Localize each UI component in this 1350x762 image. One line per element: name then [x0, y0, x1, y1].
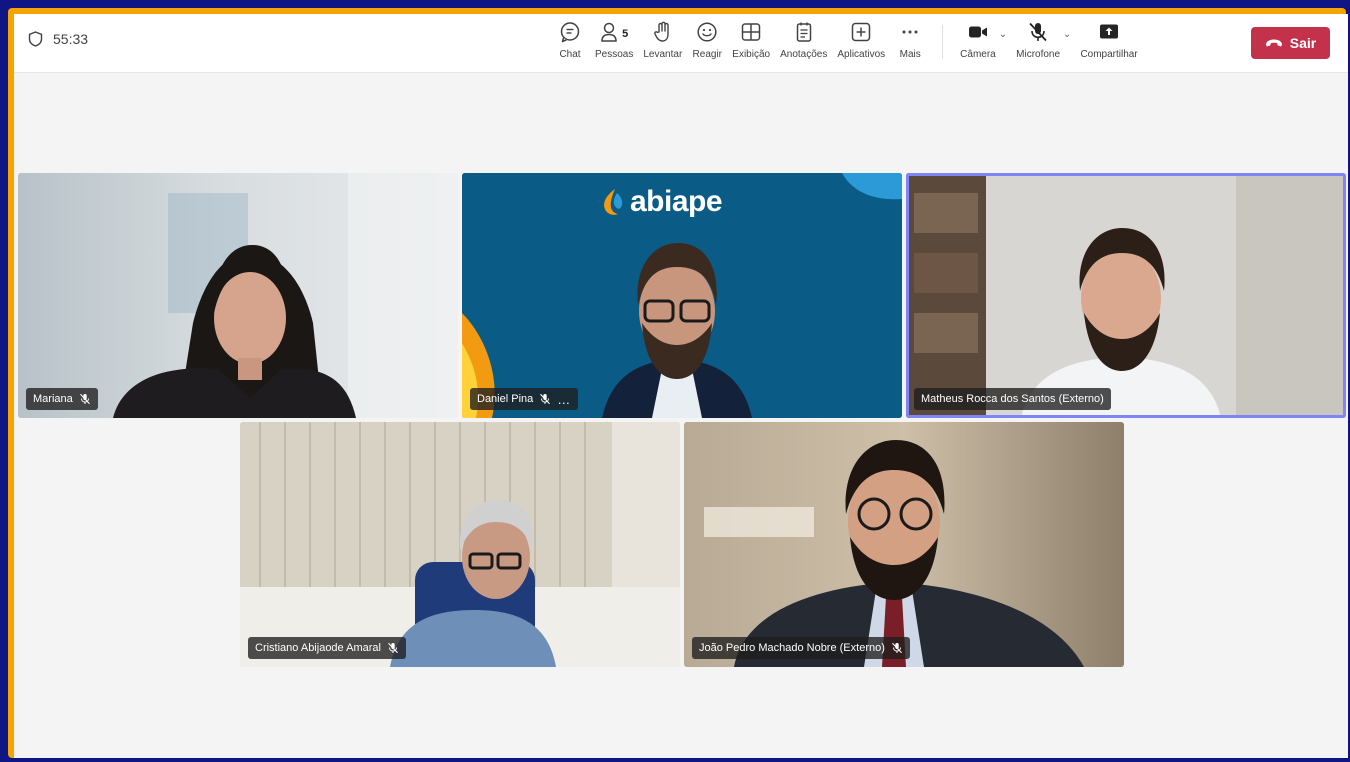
- meeting-window: 55:33 Chat 5 Pessoas Levantar Reagir Exi…: [14, 14, 1348, 758]
- participant-video: [18, 173, 458, 418]
- abiape-flame-icon: [604, 189, 623, 215]
- meeting-toolbar: 55:33 Chat 5 Pessoas Levantar Reagir Exi…: [14, 14, 1348, 73]
- notes-icon: [794, 21, 814, 48]
- participant-name: João Pedro Machado Nobre (Externo): [699, 642, 885, 654]
- participant-more-options-icon[interactable]: …: [557, 393, 571, 406]
- people-count: 5: [622, 28, 629, 40]
- add-app-icon: [850, 21, 872, 48]
- video-tile-daniel-pina[interactable]: abiape Daniel Pina …: [462, 173, 902, 418]
- participant-nametag: Cristiano Abijaode Amaral: [248, 637, 406, 659]
- apps-button[interactable]: Aplicativos: [832, 21, 890, 60]
- timer-label: 55:33: [53, 31, 89, 47]
- participant-nametag: Matheus Rocca dos Santos (Externo): [914, 388, 1111, 410]
- share-button[interactable]: Compartilhar: [1075, 21, 1142, 60]
- camera-options-chevron-down-icon[interactable]: ⌄: [999, 21, 1007, 40]
- video-tile-mariana[interactable]: Mariana: [18, 173, 458, 418]
- mic-off-icon: [539, 393, 551, 405]
- share-screen-icon: [1098, 21, 1120, 48]
- smiley-icon: [696, 21, 718, 48]
- microphone-button[interactable]: Microfone: [1011, 21, 1065, 60]
- people-label: Pessoas: [595, 49, 634, 60]
- microphone-options-chevron-down-icon[interactable]: ⌄: [1063, 21, 1071, 40]
- participant-name: Daniel Pina: [477, 393, 534, 405]
- camera-label: Câmera: [960, 49, 996, 60]
- people-button[interactable]: 5 Pessoas: [590, 21, 638, 60]
- more-button[interactable]: Mais: [890, 21, 930, 60]
- people-icon: [600, 21, 620, 48]
- participant-nametag: Daniel Pina …: [470, 388, 579, 410]
- chat-icon: [559, 21, 581, 48]
- share-label: Compartilhar: [1080, 49, 1138, 60]
- apps-label: Aplicativos: [837, 49, 886, 60]
- react-button[interactable]: Reagir: [687, 21, 727, 60]
- video-tile-matheus-rocca-dos-santos[interactable]: Matheus Rocca dos Santos (Externo): [906, 173, 1346, 418]
- hang-up-icon: [1265, 35, 1283, 51]
- react-label: Reagir: [692, 49, 723, 60]
- chat-label: Chat: [559, 49, 581, 60]
- mic-off-icon: [79, 393, 91, 405]
- more-label: Mais: [899, 49, 921, 60]
- mic-off-icon: [1027, 21, 1049, 48]
- leave-label: Sair: [1289, 35, 1317, 51]
- view-button[interactable]: Exibição: [727, 21, 775, 60]
- video-tile-joao-pedro-machado-nobre[interactable]: João Pedro Machado Nobre (Externo): [684, 422, 1124, 667]
- shield-icon: [28, 31, 43, 47]
- camera-icon: [967, 21, 989, 48]
- participant-nametag: Mariana: [26, 388, 98, 410]
- meeting-timer: 55:33: [28, 31, 88, 47]
- notes-button[interactable]: Anotações: [775, 21, 832, 60]
- participant-name: Matheus Rocca dos Santos (Externo): [921, 393, 1104, 405]
- microphone-label: Microfone: [1016, 49, 1061, 60]
- participant-video: [240, 422, 680, 667]
- raise-hand-label: Levantar: [643, 49, 683, 60]
- logo-text: abiape: [630, 185, 723, 218]
- video-tile-cristiano-abijaode-amaral[interactable]: Cristiano Abijaode Amaral: [240, 422, 680, 667]
- leave-button[interactable]: Sair: [1251, 27, 1330, 59]
- toolbar-actions: Chat 5 Pessoas Levantar Reagir Exibição …: [550, 21, 1143, 67]
- chat-button[interactable]: Chat: [550, 21, 590, 60]
- toolbar-divider: [942, 25, 944, 59]
- grid-view-icon: [740, 21, 762, 48]
- mic-off-icon: [387, 642, 399, 654]
- ellipsis-icon: [899, 21, 921, 48]
- hand-icon: [653, 21, 673, 48]
- view-label: Exibição: [732, 49, 771, 60]
- camera-button[interactable]: Câmera: [955, 21, 1001, 60]
- raise-hand-button[interactable]: Levantar: [638, 21, 687, 60]
- notes-label: Anotações: [780, 49, 828, 60]
- participant-name: Cristiano Abijaode Amaral: [255, 642, 381, 654]
- mic-off-icon: [891, 642, 903, 654]
- participant-video: [906, 173, 1346, 418]
- participant-video: [684, 422, 1124, 667]
- participant-name: Mariana: [33, 393, 73, 405]
- abiape-logo: abiape: [600, 185, 723, 219]
- participant-nametag: João Pedro Machado Nobre (Externo): [692, 637, 910, 659]
